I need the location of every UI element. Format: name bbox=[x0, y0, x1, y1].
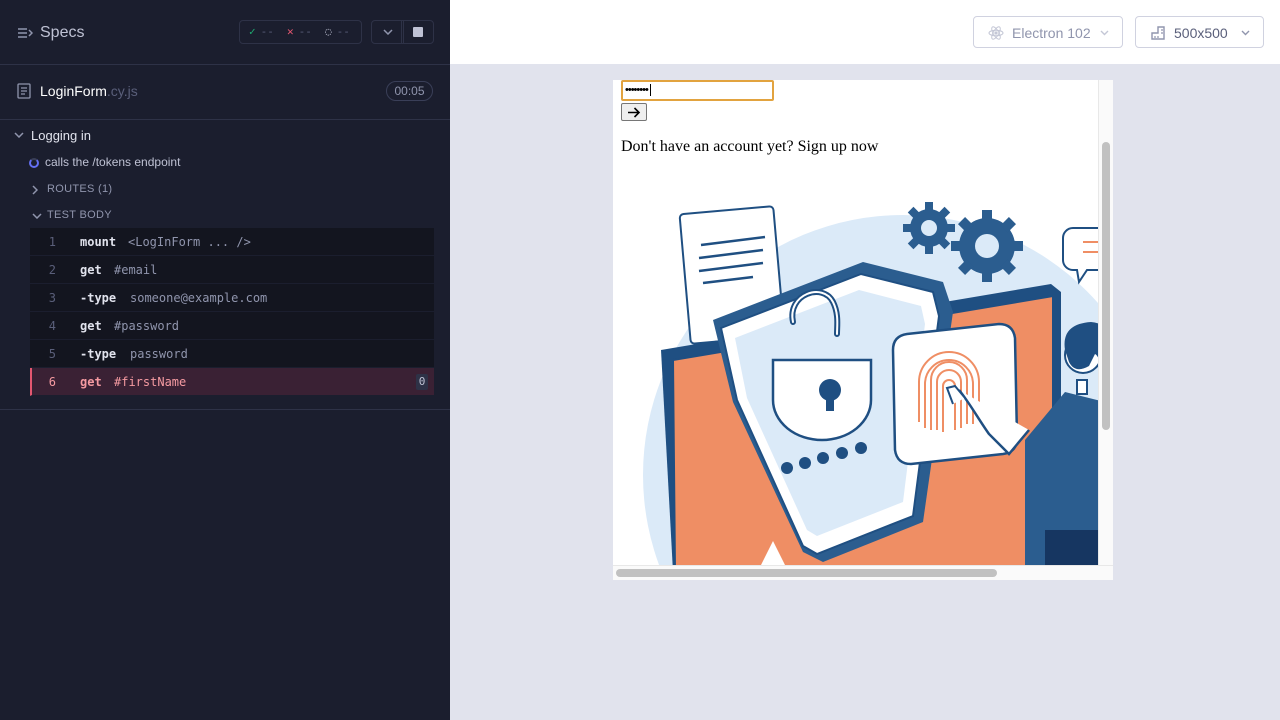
reporter-header: Specs ✓ -- ✕ -- ◌ -- bbox=[0, 0, 450, 65]
command-number: 5 bbox=[48, 347, 56, 361]
options-dropdown-button[interactable] bbox=[371, 20, 404, 44]
specs-list-icon[interactable] bbox=[17, 25, 33, 41]
security-illustration bbox=[643, 202, 1098, 565]
command-message: password bbox=[130, 347, 188, 361]
command-row[interactable]: 3 -type someone@example.com bbox=[30, 284, 434, 312]
electron-icon bbox=[988, 26, 1004, 40]
stop-button[interactable] bbox=[401, 20, 434, 44]
command-name: -type bbox=[80, 347, 117, 361]
test-body-label[interactable]: TEST BODY bbox=[47, 209, 112, 221]
browser-label: Electron 102 bbox=[1012, 25, 1091, 41]
command-row[interactable]: 4 get #password bbox=[30, 312, 434, 340]
viewport-label: 500x500 bbox=[1174, 25, 1228, 41]
specs-title[interactable]: Specs bbox=[40, 24, 84, 42]
app-under-test-frame: •••••••• Don't have an account yet? Sign… bbox=[613, 80, 1113, 580]
cross-icon: ✕ bbox=[287, 25, 294, 38]
suite-title[interactable]: Logging in bbox=[31, 128, 91, 143]
command-name: get bbox=[80, 375, 102, 389]
element-count-badge: 0 bbox=[416, 374, 428, 390]
spec-file-ext: .cy.js bbox=[106, 83, 138, 99]
spec-file-basename: LoginForm bbox=[40, 83, 107, 99]
arrow-right-icon bbox=[628, 107, 641, 118]
command-row[interactable]: 2 get #email bbox=[30, 256, 434, 284]
duration-badge: 00:05 bbox=[386, 81, 433, 101]
app-header: Electron 102 500x500 bbox=[450, 0, 1280, 64]
passed-stat: ✓ -- bbox=[249, 25, 274, 38]
failed-stat: ✕ -- bbox=[287, 25, 312, 38]
chevron-down-icon[interactable] bbox=[32, 213, 42, 219]
command-message: #email bbox=[114, 263, 158, 277]
divider bbox=[0, 409, 450, 410]
submit-button[interactable] bbox=[621, 103, 647, 121]
test-title[interactable]: calls the /tokens endpoint bbox=[45, 155, 180, 169]
vertical-scrollbar-thumb[interactable] bbox=[1102, 142, 1110, 430]
document-icon bbox=[17, 83, 31, 99]
reporter-panel: Specs ✓ -- ✕ -- ◌ -- LoginForm.cy.js 00:05 bbox=[0, 0, 450, 720]
command-name: get bbox=[80, 319, 102, 333]
command-name: -type bbox=[80, 291, 117, 305]
command-number: 4 bbox=[48, 319, 56, 333]
command-row[interactable]: 1 mount <LogInForm ... /> bbox=[30, 228, 434, 256]
password-input[interactable]: •••••••• bbox=[621, 80, 774, 101]
command-message: #password bbox=[114, 319, 180, 333]
password-value: •••••••• bbox=[625, 84, 649, 96]
command-number: 2 bbox=[48, 263, 56, 277]
command-message: #firstName bbox=[114, 375, 187, 389]
stop-icon bbox=[412, 27, 423, 37]
command-message: someone@example.com bbox=[130, 291, 268, 305]
failed-count: -- bbox=[298, 25, 312, 38]
spec-file-name[interactable]: LoginForm.cy.js bbox=[40, 83, 138, 99]
running-spinner-icon bbox=[29, 158, 39, 168]
pending-count: -- bbox=[336, 25, 350, 38]
check-icon: ✓ bbox=[249, 25, 256, 38]
signup-link[interactable]: Don't have an account yet? Sign up now bbox=[621, 138, 878, 156]
chevron-right-icon[interactable] bbox=[32, 185, 38, 195]
chevron-down-icon bbox=[382, 29, 393, 35]
text-caret bbox=[649, 84, 651, 97]
pending-stat: ◌ -- bbox=[325, 25, 350, 38]
command-log: 1 mount <LogInForm ... /> 2 get #email 3… bbox=[30, 228, 434, 396]
command-row-failing[interactable]: 6 get #firstName 0 bbox=[30, 368, 434, 396]
run-stats: ✓ -- ✕ -- ◌ -- bbox=[239, 20, 362, 44]
chevron-down-icon bbox=[1241, 30, 1250, 36]
command-number: 6 bbox=[48, 375, 56, 389]
browser-dropdown[interactable]: Electron 102 bbox=[973, 16, 1123, 48]
chevron-down-icon[interactable] bbox=[14, 132, 24, 138]
viewport-dropdown[interactable]: 500x500 bbox=[1135, 16, 1264, 48]
command-row[interactable]: 5 -type password bbox=[30, 340, 434, 368]
command-name: mount bbox=[80, 235, 117, 249]
ruler-icon bbox=[1151, 26, 1165, 40]
routes-section-label[interactable]: ROUTES (1) bbox=[47, 183, 112, 195]
command-number: 3 bbox=[48, 291, 56, 305]
command-message: <LogInForm ... /> bbox=[128, 235, 251, 249]
command-number: 1 bbox=[48, 235, 56, 249]
horizontal-scrollbar-thumb[interactable] bbox=[616, 569, 997, 577]
chevron-down-icon bbox=[1100, 30, 1109, 36]
command-name: get bbox=[80, 263, 102, 277]
passed-count: -- bbox=[260, 25, 274, 38]
pending-icon: ◌ bbox=[325, 25, 332, 38]
